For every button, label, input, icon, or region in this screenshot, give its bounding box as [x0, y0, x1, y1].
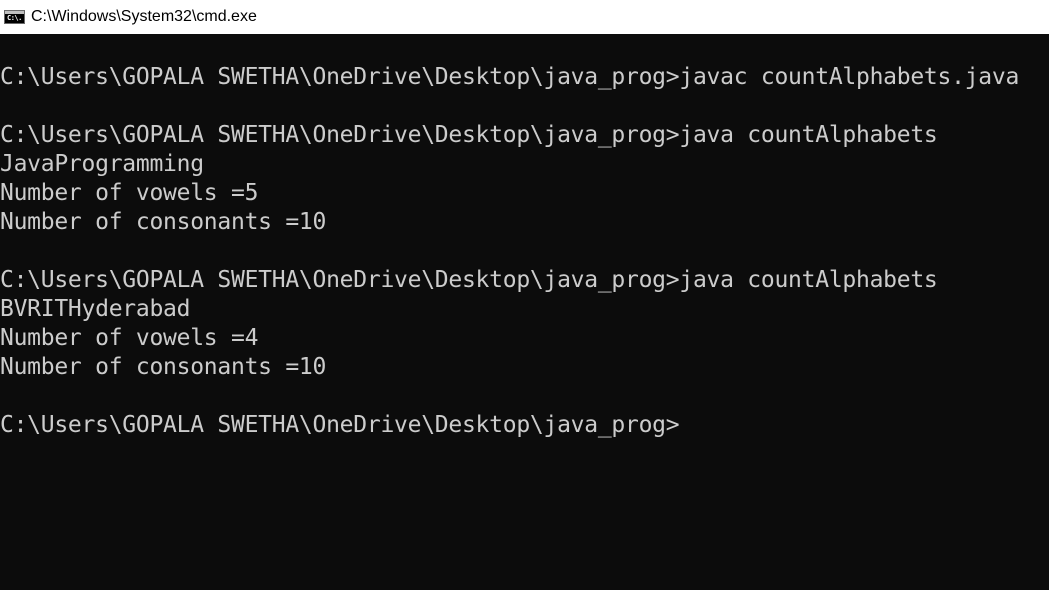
cmd-window: C:\. C:\Windows\System32\cmd.exe C:\User…	[0, 0, 1049, 590]
cmd-console-icon[interactable]: C:\.	[4, 10, 25, 24]
console-line: C:\Users\GOPALA SWETHA\OneDrive\Desktop\…	[0, 267, 938, 293]
console-prompt-line[interactable]: C:\Users\GOPALA SWETHA\OneDrive\Desktop\…	[0, 411, 1049, 440]
console-line: Number of vowels =5	[0, 180, 259, 206]
window-title: C:\Windows\System32\cmd.exe	[31, 8, 257, 25]
console-line: Number of consonants =10	[0, 209, 327, 235]
console-icon-glyph: C:\.	[7, 14, 22, 22]
console-output[interactable]: C:\Users\GOPALA SWETHA\OneDrive\Desktop\…	[0, 34, 1049, 590]
console-line: BVRITHyderabad	[0, 296, 191, 322]
console-line: Number of consonants =10	[0, 354, 327, 380]
console-line: Number of vowels =4	[0, 325, 259, 351]
console-line: C:\Users\GOPALA SWETHA\OneDrive\Desktop\…	[0, 122, 938, 148]
title-bar[interactable]: C:\. C:\Windows\System32\cmd.exe	[0, 0, 1049, 34]
console-line: JavaProgramming	[0, 151, 204, 177]
console-line: C:\Users\GOPALA SWETHA\OneDrive\Desktop\…	[0, 64, 1020, 90]
